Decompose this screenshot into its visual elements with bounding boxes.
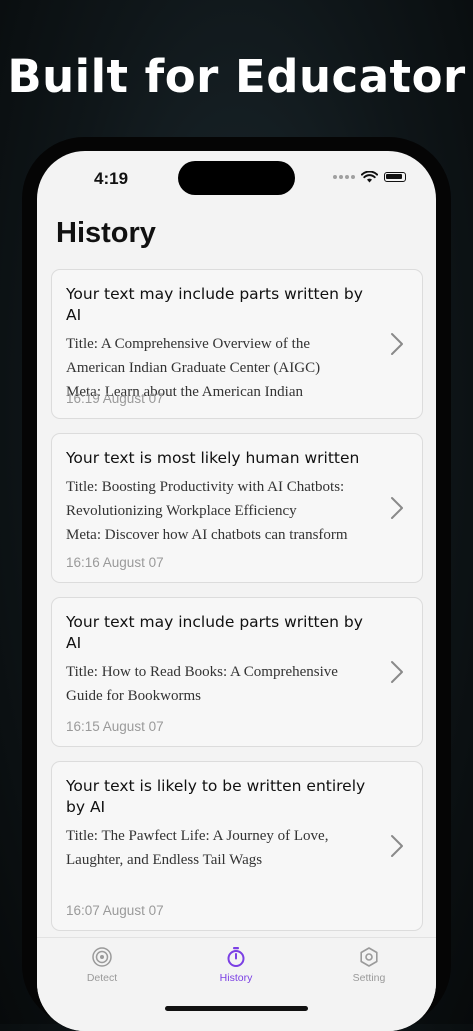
text-excerpt: Title: How to Read Books: A Comprehensiv…	[66, 664, 338, 704]
radar-icon	[92, 947, 112, 967]
history-list: Your text may include parts written by A…	[51, 269, 423, 945]
phone-frame: 4:19 History Your text may include parts…	[22, 137, 451, 1031]
history-card[interactable]: Your text is most likely human written T…	[51, 433, 423, 583]
tab-bar: Detect History Setting	[37, 937, 436, 1031]
history-timestamp: 16:16 August 07	[66, 555, 164, 570]
chevron-right-icon	[391, 333, 403, 355]
chevron-right-icon	[391, 497, 403, 519]
status-bar: 4:19	[37, 151, 436, 207]
tab-label: History	[219, 972, 253, 984]
app-screen: 4:19 History Your text may include parts…	[37, 151, 436, 1031]
text-excerpt: Title: The Pawfect Life: A Journey of Lo…	[66, 828, 329, 868]
history-card[interactable]: Your text may include parts written by A…	[51, 269, 423, 419]
history-card[interactable]: Your text is likely to be written entire…	[51, 761, 423, 931]
history-timestamp: 16:19 August 07	[66, 391, 164, 406]
page-title: History	[56, 217, 156, 249]
gear-icon	[360, 947, 378, 967]
detection-verdict: Your text is most likely human written	[66, 449, 360, 467]
history-timestamp: 16:07 August 07	[66, 903, 164, 918]
tab-label: Setting	[352, 972, 386, 984]
wifi-icon	[361, 171, 378, 183]
detection-verdict: Your text is likely to be written entire…	[66, 777, 366, 816]
status-time: 4:19	[94, 169, 129, 188]
home-indicator	[165, 1006, 308, 1011]
tab-label: Detect	[86, 972, 118, 984]
detection-verdict: Your text may include parts written by A…	[66, 285, 363, 324]
status-icons	[333, 171, 406, 183]
dynamic-island	[178, 161, 295, 195]
battery-icon	[384, 172, 406, 182]
tab-detect[interactable]: Detect	[52, 946, 152, 984]
history-timestamp: 16:15 August 07	[66, 719, 164, 734]
stopwatch-icon	[227, 947, 245, 967]
detection-verdict: Your text may include parts written by A…	[66, 613, 363, 652]
text-excerpt: Title: Boosting Productivity with AI Cha…	[66, 479, 348, 543]
promo-headline: Built for Educator	[7, 50, 466, 103]
history-card[interactable]: Your text may include parts written by A…	[51, 597, 423, 747]
cellular-signal-icon	[333, 175, 355, 179]
chevron-right-icon	[391, 835, 403, 857]
tab-setting[interactable]: Setting	[319, 946, 419, 984]
tab-history[interactable]: History	[186, 946, 286, 984]
chevron-right-icon	[391, 661, 403, 683]
